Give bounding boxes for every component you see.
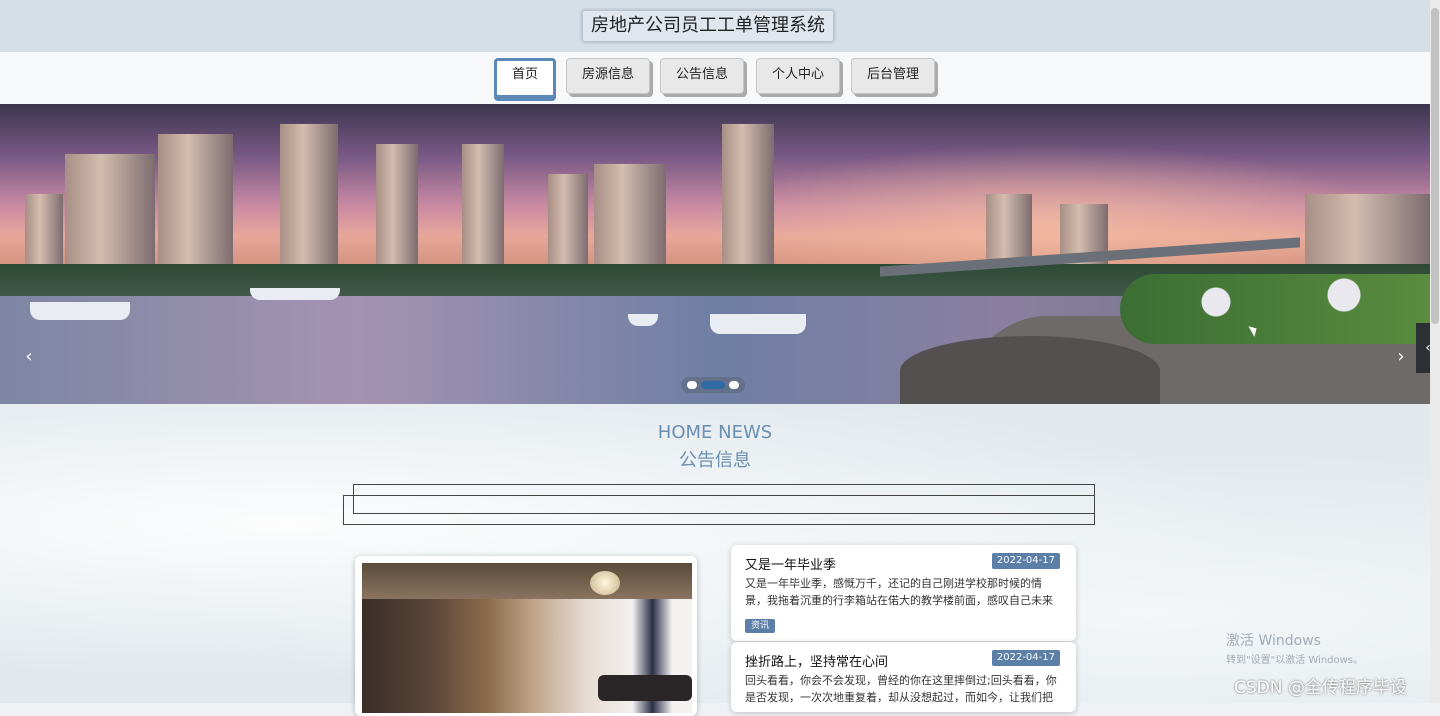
news-item[interactable]: 挫折路上，坚持常在心间 2022-04-17 回头看看，你会不会发现，曾经的你在… xyxy=(731,642,1076,712)
featured-image-card[interactable] xyxy=(355,556,697,716)
main-nav: 首页 房源信息 公告信息 个人中心 后台管理 xyxy=(0,52,1430,104)
boat xyxy=(30,302,130,320)
news-section: HOME NEWS 公告信息 又是一年毕业季 2022-04-17 又是一年毕业… xyxy=(0,404,1430,716)
skyline-building xyxy=(376,144,418,284)
nav-admin[interactable]: 后台管理 xyxy=(851,58,935,94)
news-summary: 回头看看，你会不会发现，曾经的你在这里摔倒过;回头看看，你是否发现，一次次地重复… xyxy=(745,674,1057,704)
news-title: 又是一年毕业季 xyxy=(745,558,837,573)
section-title-cn: 公告信息 xyxy=(679,450,751,471)
carousel-dot-active[interactable] xyxy=(701,381,725,389)
hero-carousel: ‹ › xyxy=(0,104,1430,404)
boat xyxy=(710,314,806,334)
windows-activation-hint: 转到"设置"以激活 Windows。 xyxy=(1226,655,1364,666)
sofa xyxy=(598,675,692,701)
news-summary: 又是一年毕业季，感慨万千，还记的自己刚进学校那时候的情景，我拖着沉重的行李箱站在… xyxy=(745,577,1053,607)
chandelier xyxy=(590,571,620,595)
news-title: 挫折路上，坚持常在心间 xyxy=(745,655,889,670)
news-date-badge: 2022-04-17 xyxy=(991,650,1060,666)
site-title: 房地产公司员工工单管理系统 xyxy=(582,10,834,42)
skyline-building xyxy=(280,124,338,284)
skyline-building xyxy=(158,134,233,284)
carousel-dot[interactable] xyxy=(729,381,739,389)
nav-profile[interactable]: 个人中心 xyxy=(756,58,840,94)
nav-listings[interactable]: 房源信息 xyxy=(566,58,650,94)
decorative-frame xyxy=(343,495,1095,525)
boat xyxy=(250,288,340,300)
flower-garden xyxy=(1120,274,1430,344)
section-title-en: HOME NEWS xyxy=(657,422,773,443)
news-date-badge: 2022-04-17 xyxy=(991,553,1060,569)
nav-home[interactable]: 首页 xyxy=(494,58,556,98)
site-header: 房地产公司员工工单管理系统 xyxy=(0,0,1430,52)
windows-activation-watermark: 激活 Windows xyxy=(1226,633,1321,649)
featured-image xyxy=(362,563,692,713)
ceiling xyxy=(362,563,692,599)
carousel-next-icon[interactable]: › xyxy=(1386,342,1416,372)
skyline-building xyxy=(462,144,504,284)
carousel-dot[interactable] xyxy=(687,381,697,389)
scrollbar-thumb[interactable] xyxy=(1431,8,1439,324)
rocks xyxy=(900,336,1160,404)
csdn-credit: CSDN @全传程序毕设 xyxy=(1234,678,1407,698)
carousel-indicators xyxy=(681,377,745,393)
boat xyxy=(628,314,658,326)
nav-announcements[interactable]: 公告信息 xyxy=(660,58,744,94)
carousel-prev-icon[interactable]: ‹ xyxy=(14,342,44,372)
news-tag[interactable]: 资讯 xyxy=(745,619,776,633)
skyline-building xyxy=(722,124,774,284)
news-item[interactable]: 又是一年毕业季 2022-04-17 又是一年毕业季，感慨万千，还记的自己刚进学… xyxy=(731,545,1076,641)
